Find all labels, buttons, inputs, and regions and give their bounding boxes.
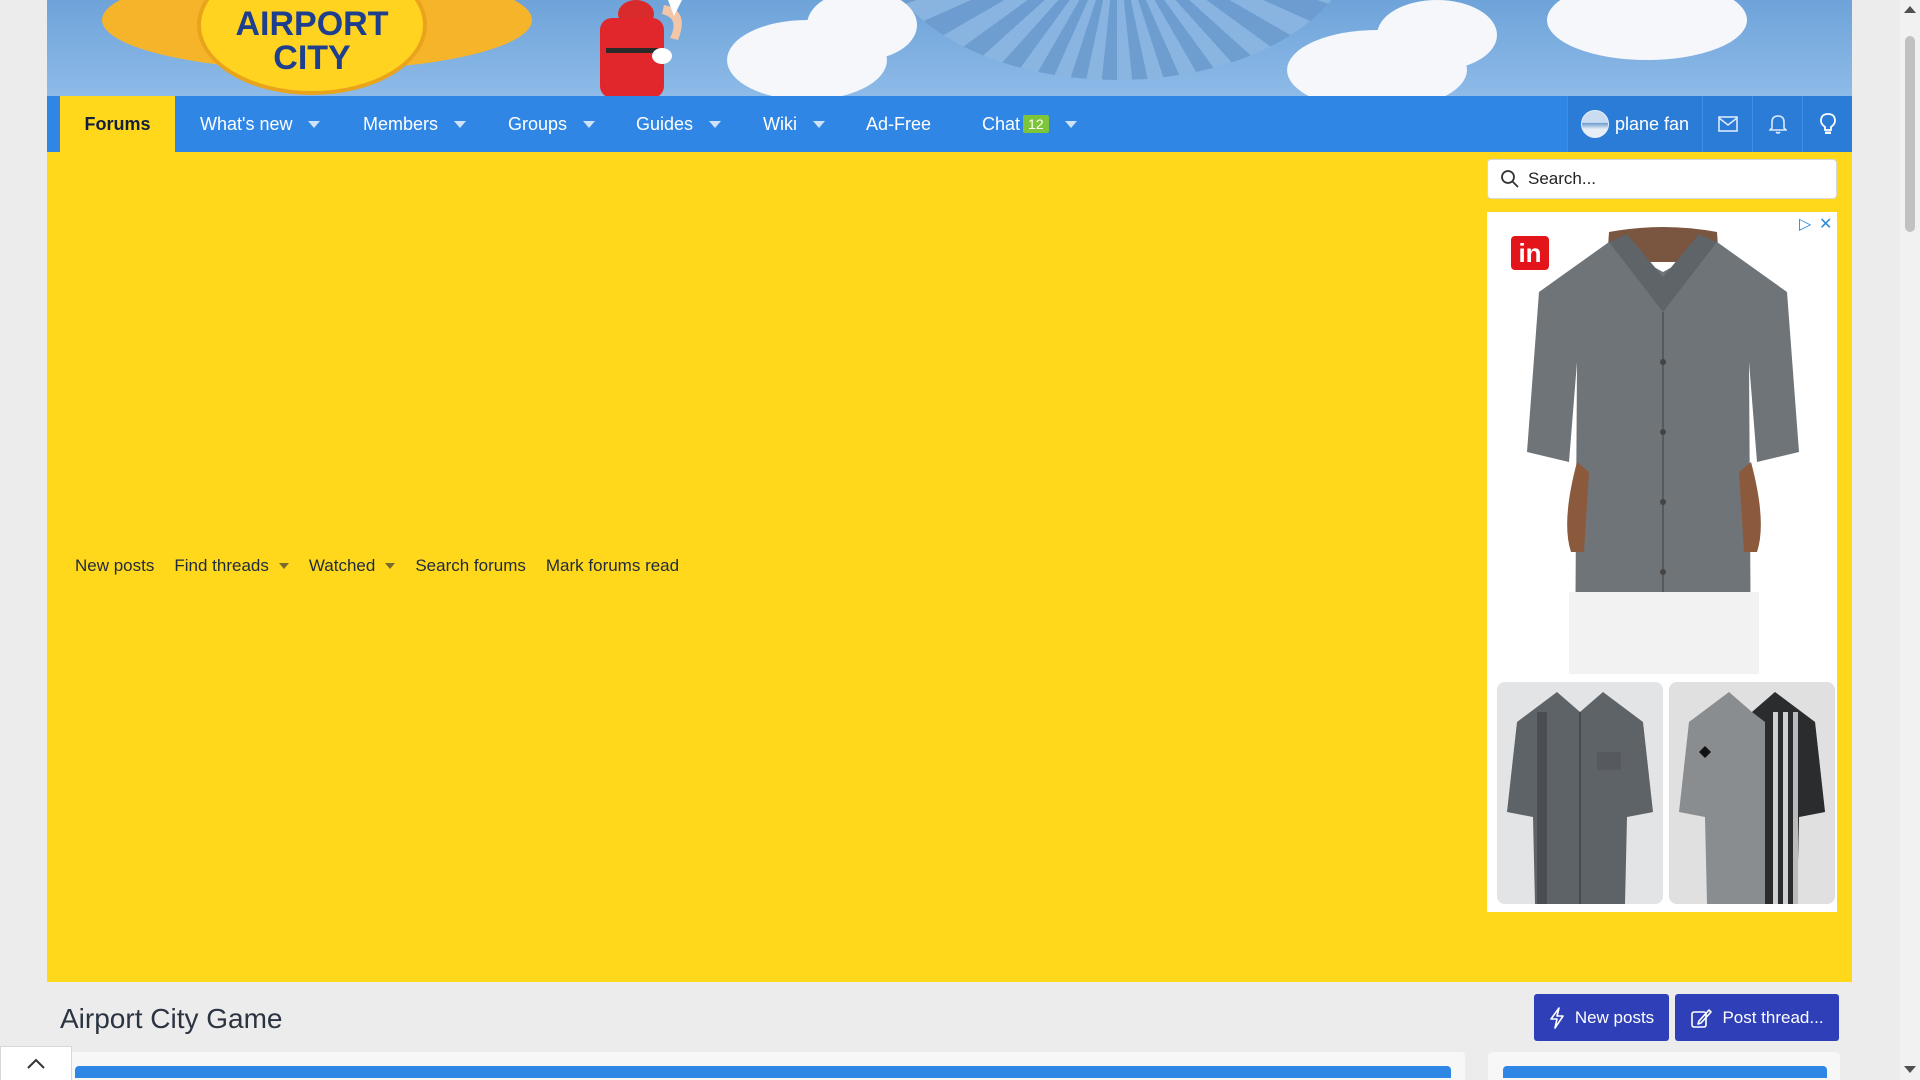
- tab-label: Ad-Free: [866, 113, 932, 134]
- tab-label: Chat: [982, 113, 1021, 134]
- chevron-up-icon: [27, 1058, 45, 1069]
- search-placeholder: Search...: [1528, 169, 1597, 188]
- alerts-button[interactable]: [1752, 96, 1802, 152]
- sunburst-decoration: [877, 0, 1357, 80]
- ad-shirt-image[interactable]: in: [1499, 222, 1827, 674]
- ad-shirt-thumbnail[interactable]: [1497, 682, 1663, 904]
- cloud-decoration: [1547, 0, 1747, 60]
- logo-text-line1: AIRPORT: [235, 5, 389, 43]
- chevron-down-icon[interactable]: [308, 120, 321, 128]
- chevron-down-icon[interactable]: [454, 120, 467, 128]
- page-title: Airport City Game: [60, 1003, 283, 1034]
- search-input[interactable]: Search...: [1487, 159, 1837, 199]
- sidebar-widget-card: [1488, 1052, 1840, 1080]
- chevron-down-icon[interactable]: [385, 563, 396, 569]
- tab-forums[interactable]: Forums: [60, 96, 175, 152]
- mascot-illustration: [600, 0, 682, 96]
- chevron-down-icon[interactable]: [583, 120, 596, 128]
- search-icon: [1501, 170, 1519, 188]
- page-scrollbar[interactable]: [1900, 0, 1920, 1080]
- ad-shirt-thumbnail[interactable]: [1669, 682, 1835, 904]
- subnav-label: Search forums: [415, 556, 526, 575]
- lightning-bolt-icon: [1550, 1006, 1564, 1029]
- sidebar-advertisement[interactable]: in ▷ ✕: [1487, 212, 1837, 912]
- tab-wiki[interactable]: Wiki: [763, 96, 825, 152]
- site-logo[interactable]: AIRPORT CITY: [197, 0, 427, 95]
- subnav-new-posts[interactable]: New posts: [75, 556, 154, 576]
- subnav-label: Watched: [308, 556, 376, 575]
- forum-subnav: New posts Find threads Watched Search fo…: [75, 556, 699, 576]
- main-navigation: Forums What's new Members Groups Guides …: [47, 96, 1852, 152]
- tab-label: Forums: [84, 113, 151, 134]
- ad-brand-logo[interactable]: in: [1511, 236, 1549, 270]
- button-label: Post thread...: [1722, 1007, 1824, 1027]
- shirt-image: [1499, 222, 1827, 674]
- tab-label: Guides: [636, 113, 694, 134]
- subnav-find-threads[interactable]: Find threads: [174, 556, 289, 576]
- subnav-label: Find threads: [174, 556, 269, 575]
- chat-count-badge: 12: [1023, 115, 1049, 133]
- tab-groups[interactable]: Groups: [508, 96, 596, 152]
- scrollbar-thumb[interactable]: [1905, 36, 1915, 232]
- header-banner: AIRPORT CITY: [47, 0, 1852, 96]
- lightbulb-icon: [1819, 113, 1836, 134]
- tab-whats-new[interactable]: What's new: [200, 96, 321, 152]
- edit-icon: [1691, 1008, 1713, 1028]
- ad-choices-icon[interactable]: ▷: [1799, 214, 1811, 234]
- scroll-down-arrow-icon[interactable]: [1904, 1066, 1916, 1073]
- chevron-down-icon[interactable]: [813, 120, 825, 128]
- scroll-up-arrow-icon[interactable]: [1904, 6, 1916, 13]
- tab-label: Members: [363, 113, 439, 134]
- tab-chat[interactable]: Chat 12: [982, 96, 1077, 152]
- sidebar-widget-header[interactable]: [1503, 1066, 1827, 1078]
- button-label: New posts: [1574, 1007, 1655, 1027]
- avatar: [1580, 110, 1609, 138]
- shirt-image: [1669, 682, 1835, 904]
- subnav-watched[interactable]: Watched: [308, 556, 396, 576]
- subnav-search-forums[interactable]: Search forums: [415, 556, 526, 576]
- new-posts-button[interactable]: New posts: [1534, 994, 1669, 1041]
- cloud-decoration: [1377, 0, 1497, 70]
- logo-text-line2: CITY: [273, 39, 351, 77]
- shirt-image: [1497, 682, 1663, 904]
- user-menu[interactable]: plane fan: [1567, 96, 1702, 152]
- style-toggle-button[interactable]: [1802, 96, 1852, 152]
- envelope-icon: [1717, 116, 1738, 132]
- tab-label: Wiki: [763, 113, 797, 134]
- forum-category-header[interactable]: [75, 1066, 1451, 1078]
- username: plane fan: [1614, 113, 1690, 134]
- chevron-down-icon[interactable]: [709, 120, 722, 128]
- tab-label: Groups: [508, 113, 568, 134]
- scroll-to-top-button[interactable]: [0, 1046, 72, 1080]
- inbox-button[interactable]: [1702, 96, 1752, 152]
- bell-icon: [1768, 115, 1787, 134]
- close-icon[interactable]: ✕: [1819, 214, 1832, 234]
- chevron-down-icon[interactable]: [1064, 120, 1077, 128]
- forum-list-card: [60, 1052, 1465, 1080]
- tab-ad-free[interactable]: Ad-Free: [866, 96, 931, 152]
- tab-label: What's new: [200, 113, 293, 134]
- post-thread-button[interactable]: Post thread...: [1675, 994, 1839, 1041]
- page: AIRPORT CITY Forums What's new Members G…: [0, 0, 1920, 1080]
- subnav-mark-forums-read[interactable]: Mark forums read: [546, 556, 679, 576]
- tab-members[interactable]: Members: [363, 96, 467, 152]
- subnav-label: Mark forums read: [545, 556, 680, 575]
- chevron-down-icon[interactable]: [278, 563, 289, 569]
- subnav-label: New posts: [75, 556, 155, 575]
- tab-guides[interactable]: Guides: [636, 96, 722, 152]
- main-content-area: New posts Find threads Watched Search fo…: [47, 152, 1852, 982]
- user-toolbar: plane fan: [1567, 96, 1852, 152]
